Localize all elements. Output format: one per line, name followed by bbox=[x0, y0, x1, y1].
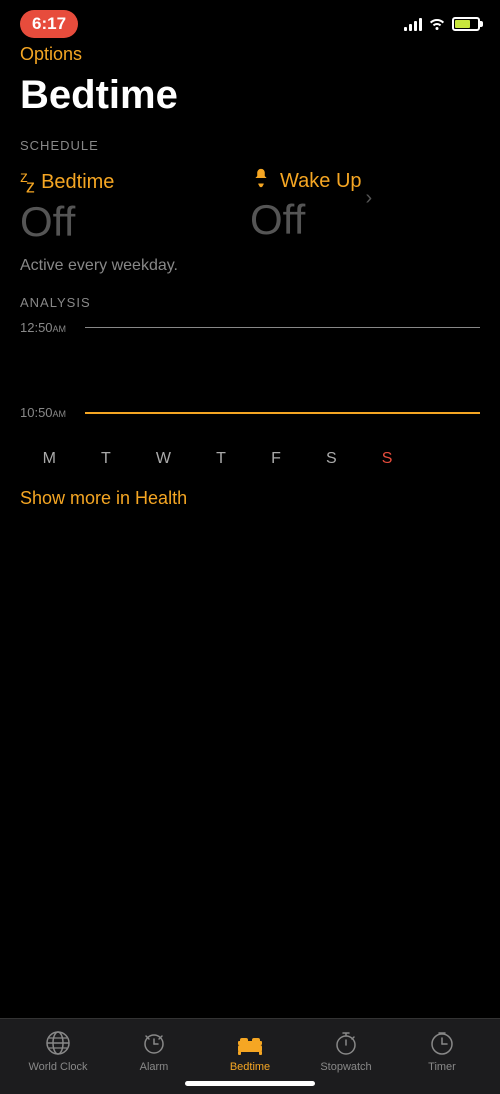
tab-timer[interactable]: Timer bbox=[402, 1029, 482, 1073]
day-T1: T bbox=[101, 450, 111, 468]
tab-alarm[interactable]: Alarm bbox=[114, 1029, 194, 1073]
bedtime-header: ᶻz Bedtime bbox=[20, 167, 250, 197]
top-time-label: 12:50AM bbox=[20, 320, 85, 335]
tab-alarm-label: Alarm bbox=[140, 1061, 169, 1073]
day-S1: S bbox=[326, 450, 337, 468]
bedtime-value: Off bbox=[20, 201, 250, 243]
tab-bedtime[interactable]: Bedtime bbox=[210, 1029, 290, 1073]
tab-bar: World Clock Alarm Bedtime bbox=[0, 1018, 500, 1094]
day-W: W bbox=[156, 450, 171, 468]
wakeup-label: Wake Up bbox=[280, 170, 362, 193]
analysis-label: ANALYSIS bbox=[20, 295, 480, 310]
chart-area: 12:50AM 10:50AM bbox=[20, 320, 480, 440]
active-text: Active every weekday. bbox=[20, 257, 480, 275]
stopwatch-icon bbox=[332, 1029, 360, 1057]
timer-icon bbox=[428, 1029, 456, 1057]
tab-stopwatch-label: Stopwatch bbox=[320, 1061, 371, 1073]
bedtime-label: Bedtime bbox=[41, 171, 114, 194]
day-F: F bbox=[271, 450, 281, 468]
globe-icon bbox=[44, 1029, 72, 1057]
tab-items: World Clock Alarm Bedtime bbox=[0, 1029, 500, 1073]
chevron-right-icon: › bbox=[366, 187, 373, 210]
status-time: 6:17 bbox=[20, 10, 78, 38]
bottom-time-row: 10:50AM bbox=[20, 405, 480, 420]
analysis-section: ANALYSIS 12:50AM 10:50AM M T W T F S S bbox=[20, 295, 480, 468]
show-more-health-link[interactable]: Show more in Health bbox=[20, 488, 480, 509]
status-bar: 6:17 bbox=[0, 0, 500, 44]
tab-world-clock[interactable]: World Clock bbox=[18, 1029, 98, 1073]
day-T2: T bbox=[216, 450, 226, 468]
battery-icon bbox=[452, 17, 480, 31]
days-row: M T W T F S S bbox=[20, 450, 480, 468]
options-link[interactable]: Options bbox=[20, 44, 480, 65]
alarm-icon bbox=[140, 1029, 168, 1057]
schedule-row: ᶻz Bedtime Off bbox=[20, 167, 480, 243]
wakeup-value: Off bbox=[250, 199, 362, 241]
status-icons bbox=[404, 16, 480, 33]
tab-bedtime-label: Bedtime bbox=[230, 1061, 270, 1073]
bedtime-icon: ᶻz bbox=[20, 167, 33, 197]
tab-world-clock-label: World Clock bbox=[28, 1061, 87, 1073]
day-M: M bbox=[43, 450, 56, 468]
wifi-icon bbox=[428, 16, 446, 33]
bell-icon bbox=[250, 167, 272, 195]
wakeup-header: Wake Up bbox=[250, 167, 362, 195]
signal-icon bbox=[404, 17, 422, 31]
tab-stopwatch[interactable]: Stopwatch bbox=[306, 1029, 386, 1073]
bottom-chart-line bbox=[85, 412, 480, 414]
top-chart-line bbox=[85, 327, 480, 328]
bottom-time-label: 10:50AM bbox=[20, 405, 85, 420]
day-S2: S bbox=[382, 450, 393, 468]
bedtime-col: ᶻz Bedtime Off bbox=[20, 167, 250, 243]
main-content: Options Bedtime SCHEDULE ᶻz Bedtime Off bbox=[0, 44, 500, 509]
top-time-row: 12:50AM bbox=[20, 320, 480, 335]
tab-timer-label: Timer bbox=[428, 1061, 456, 1073]
bed-icon bbox=[236, 1029, 264, 1057]
page-title: Bedtime bbox=[20, 73, 480, 118]
home-indicator bbox=[185, 1081, 315, 1086]
schedule-section-label: SCHEDULE bbox=[20, 138, 480, 153]
wakeup-col[interactable]: Wake Up Off › bbox=[250, 167, 480, 241]
